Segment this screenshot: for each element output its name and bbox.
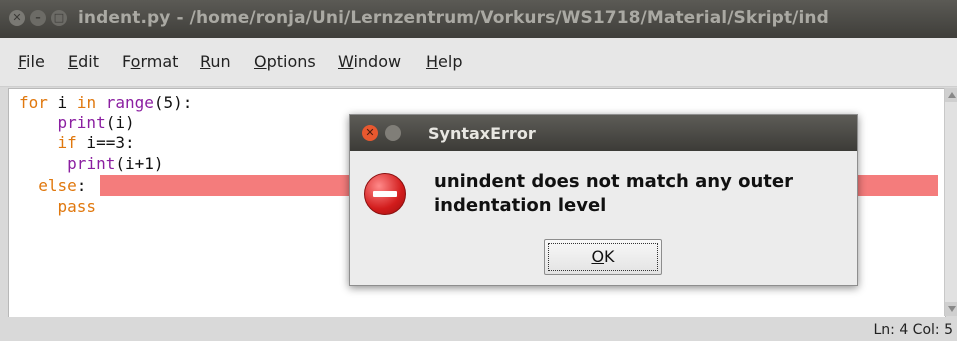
ok-button[interactable]: OK (544, 239, 662, 275)
menu-file-label: ile (26, 52, 45, 71)
builtin: print (57, 113, 106, 132)
builtin: range (96, 93, 154, 112)
window-minimize-button[interactable]: – (30, 10, 46, 26)
code-text: : (76, 176, 87, 195)
keyword: for (19, 93, 48, 112)
menu-edit[interactable]: Edit (68, 52, 99, 71)
minimize-icon: – (35, 11, 41, 24)
scroll-up-button[interactable] (945, 88, 957, 102)
ok-button-label: OK (548, 243, 658, 271)
cursor-position: Ln: 4 Col: 5 (873, 322, 953, 338)
status-bar: Ln: 4 Col: 5 (0, 317, 957, 341)
code-text: i (47, 93, 77, 112)
keyword: if (57, 133, 77, 152)
keyword: else (38, 176, 77, 195)
code-line-5: else: (19, 175, 86, 196)
maximize-icon: □ (53, 11, 65, 24)
syntax-error-dialog: ✕ SyntaxError unindent does not match an… (349, 114, 858, 286)
code-line-6: pass (19, 196, 97, 217)
menu-help[interactable]: Help (426, 52, 462, 71)
window-close-button[interactable]: ✕ (9, 10, 25, 26)
menu-file-mnemonic: F (18, 52, 27, 71)
code-line-1: for i in range(5): (19, 92, 192, 113)
menu-format-mnemonic: o (130, 52, 141, 71)
vertical-scrollbar[interactable] (944, 88, 957, 316)
close-icon: ✕ (12, 11, 22, 24)
menu-format-label: rmat (140, 52, 179, 71)
code-text: i==3: (76, 133, 135, 152)
menu-file[interactable]: File (18, 52, 45, 71)
menu-window-label: indow (353, 52, 402, 71)
menu-bar: File Edit Format Run Options Window Help (0, 38, 957, 87)
dialog-close-button[interactable]: ✕ (362, 125, 378, 141)
dialog-minimize-button[interactable] (385, 125, 401, 141)
chevron-up-icon (948, 92, 956, 98)
ok-mnemonic: O (591, 247, 605, 266)
code-line-3: if i==3: (19, 132, 135, 153)
keyword: in (76, 93, 97, 112)
code-text: (i) (105, 113, 135, 132)
menu-help-label: elp (438, 52, 463, 71)
menu-format[interactable]: Format (122, 52, 178, 71)
window-title: indent.py - /home/ronja/Uni/Lernzentrum/… (78, 8, 829, 28)
menu-window[interactable]: Window (338, 52, 401, 71)
keyword: pass (57, 197, 97, 216)
code-text: (5): (153, 93, 193, 112)
menu-help-mnemonic: H (426, 52, 439, 71)
menu-run-mnemonic: R (200, 52, 211, 71)
menu-options[interactable]: Options (254, 52, 316, 71)
error-icon (364, 173, 406, 215)
dialog-title: SyntaxError (428, 124, 536, 143)
dialog-message: unindent does not match any outer indent… (434, 171, 793, 216)
scroll-down-button[interactable] (945, 302, 957, 316)
menu-options-mnemonic: O (254, 52, 267, 71)
close-icon: ✕ (365, 126, 375, 139)
code-line-2: print(i) (19, 112, 135, 133)
menu-format-pre: F (122, 52, 131, 71)
code-text: (i+1) (115, 154, 164, 173)
chevron-down-icon (948, 306, 956, 312)
dialog-titlebar: ✕ SyntaxError (350, 115, 857, 151)
menu-window-mnemonic: W (338, 52, 354, 71)
window-titlebar: ✕ – □ indent.py - /home/ronja/Uni/Lernze… (0, 0, 957, 38)
menu-options-label: ptions (266, 52, 316, 71)
menu-edit-label: dit (78, 52, 99, 71)
menu-run[interactable]: Run (200, 52, 231, 71)
ok-label: K (604, 247, 615, 266)
menu-edit-mnemonic: E (68, 52, 79, 71)
code-line-4: print(i+1) (19, 153, 164, 174)
builtin: print (67, 154, 116, 173)
menu-run-label: un (210, 52, 231, 71)
window-maximize-button[interactable]: □ (51, 10, 67, 26)
